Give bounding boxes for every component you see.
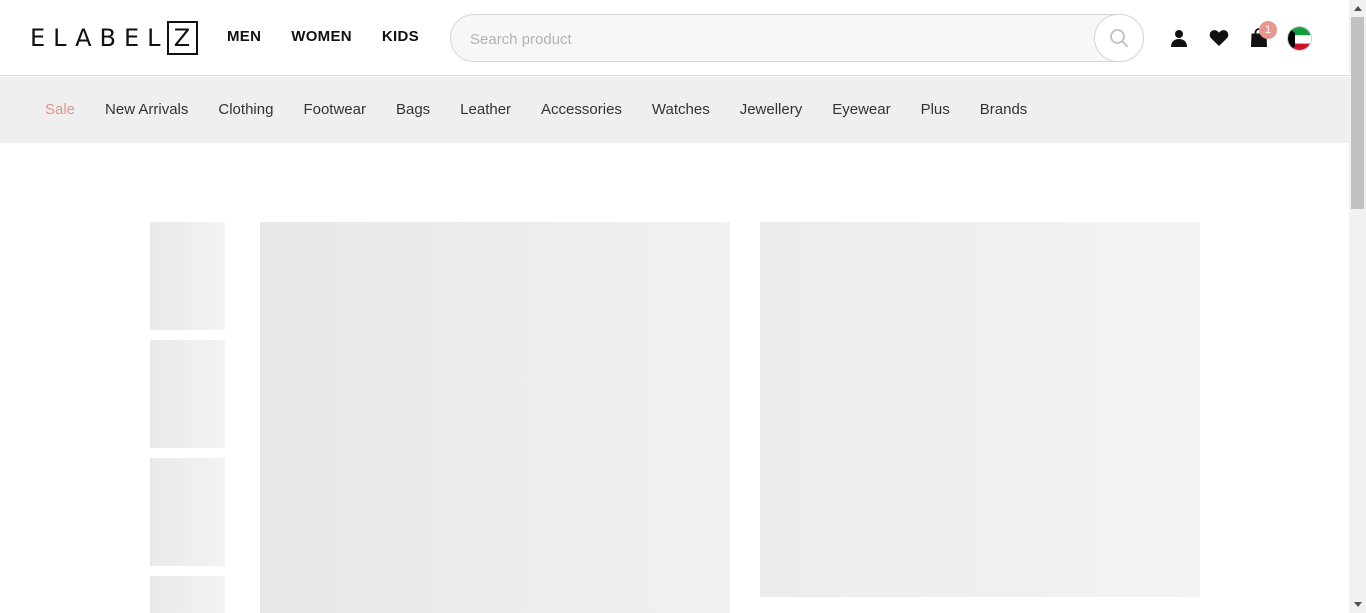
page-scrollbar[interactable] xyxy=(1349,0,1366,613)
site-header: ELABEL Z MEN WOMEN KIDS 1 xyxy=(0,0,1349,76)
scroll-up-arrow[interactable] xyxy=(1349,0,1366,17)
product-thumbnail-placeholder[interactable] xyxy=(150,458,225,566)
kuwait-flag-icon xyxy=(1288,27,1311,50)
heart-icon xyxy=(1209,30,1229,46)
nav-kids[interactable]: KIDS xyxy=(382,28,419,45)
arrow-up-icon xyxy=(1353,6,1362,11)
product-image-placeholder xyxy=(260,222,730,613)
user-icon xyxy=(1171,30,1187,47)
category-bags[interactable]: Bags xyxy=(396,101,430,118)
logo-box-letter: Z xyxy=(166,21,198,55)
nav-men[interactable]: MEN xyxy=(227,28,261,45)
category-clothing[interactable]: Clothing xyxy=(218,101,273,118)
product-info-placeholder xyxy=(760,222,1200,597)
search-input[interactable] xyxy=(470,27,1070,51)
account-button[interactable] xyxy=(1167,26,1191,50)
category-plus[interactable]: Plus xyxy=(921,101,950,118)
search-icon xyxy=(1110,29,1128,47)
category-leather[interactable]: Leather xyxy=(460,101,511,118)
category-watches[interactable]: Watches xyxy=(652,101,710,118)
product-thumbnail-placeholder[interactable] xyxy=(150,222,225,330)
cart-count-badge: 1 xyxy=(1259,21,1277,39)
search-bar xyxy=(450,14,1144,62)
nav-women[interactable]: WOMEN xyxy=(291,28,352,45)
product-thumbnail-placeholder[interactable] xyxy=(150,340,225,448)
wishlist-button[interactable] xyxy=(1207,26,1231,50)
category-accessories[interactable]: Accessories xyxy=(541,101,622,118)
scrollbar-thumb[interactable] xyxy=(1351,17,1364,209)
category-jewellery[interactable]: Jewellery xyxy=(740,101,803,118)
category-eyewear[interactable]: Eyewear xyxy=(832,101,890,118)
category-sale[interactable]: Sale xyxy=(45,101,75,118)
arrow-down-icon xyxy=(1353,602,1362,607)
category-brands[interactable]: Brands xyxy=(980,101,1028,118)
category-nav: Sale New Arrivals Clothing Footwear Bags… xyxy=(0,77,1349,143)
category-footwear[interactable]: Footwear xyxy=(303,101,366,118)
site-logo[interactable]: ELABEL Z xyxy=(30,21,198,55)
product-thumbnail-placeholder[interactable] xyxy=(150,576,225,613)
logo-wordmark: ELABEL xyxy=(30,24,169,52)
scroll-down-arrow[interactable] xyxy=(1349,596,1366,613)
search-button[interactable] xyxy=(1094,14,1144,62)
category-new-arrivals[interactable]: New Arrivals xyxy=(105,101,188,118)
gender-nav: MEN WOMEN KIDS xyxy=(227,28,419,45)
country-selector[interactable] xyxy=(1287,26,1312,51)
